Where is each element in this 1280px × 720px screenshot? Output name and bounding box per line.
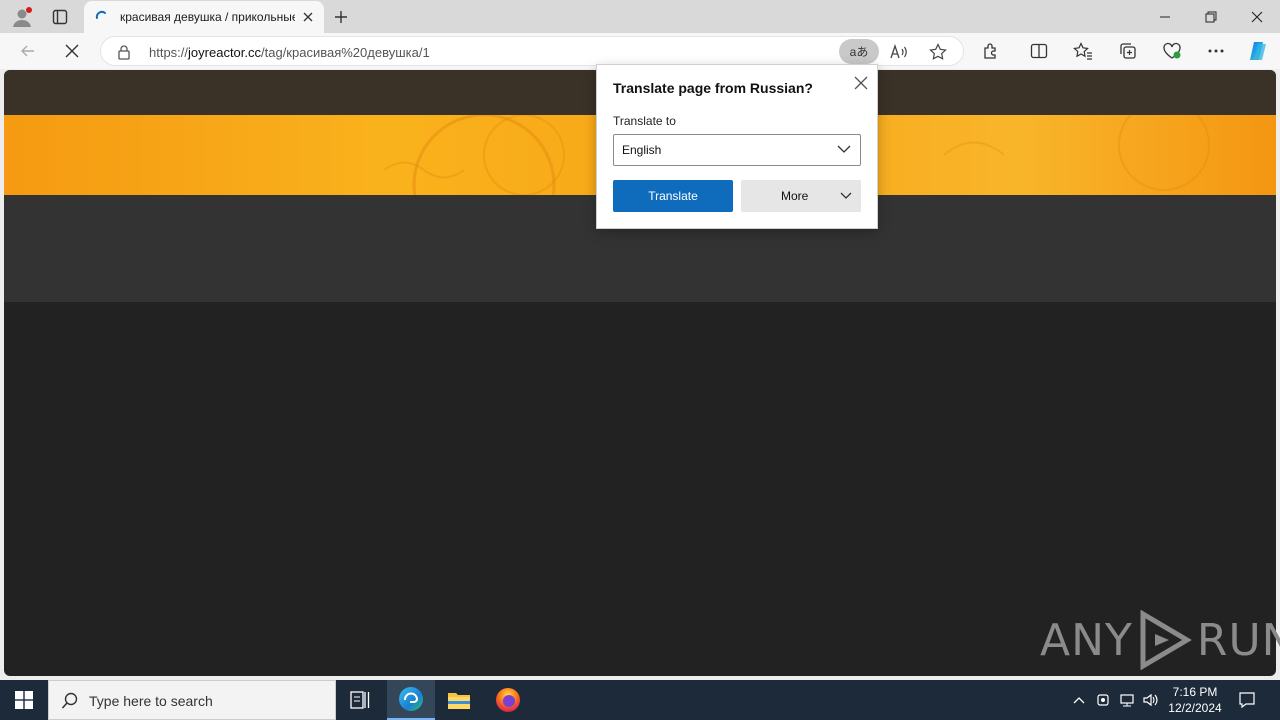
close-tab-icon[interactable] xyxy=(300,9,316,25)
active-tab[interactable]: красивая девушка / прикольные xyxy=(84,1,324,33)
notification-icon[interactable] xyxy=(1232,680,1262,720)
volume-icon[interactable] xyxy=(1140,680,1162,720)
favorites-icon[interactable] xyxy=(1067,36,1099,66)
address-bar[interactable]: https://joyreactor.cc/tag/красивая%20дев… xyxy=(100,36,964,66)
profile-icon[interactable] xyxy=(6,0,38,33)
language-select-value: English xyxy=(622,143,662,157)
url-path: /tag/красивая%20девушка/1 xyxy=(261,45,430,60)
search-icon xyxy=(61,692,79,715)
more-button-label: More xyxy=(781,189,809,203)
collections-icon[interactable] xyxy=(1112,36,1144,66)
edge-taskbar-icon[interactable] xyxy=(387,680,435,720)
tab-actions-icon[interactable] xyxy=(44,0,76,33)
extensions-icon[interactable] xyxy=(975,36,1007,66)
restore-icon[interactable] xyxy=(1188,0,1234,33)
translate-chip-label: aあ xyxy=(849,45,869,59)
watermark-right-text: RUN xyxy=(1196,614,1280,666)
translate-icon[interactable]: aあ xyxy=(839,39,879,64)
play-logo-icon xyxy=(1140,610,1192,670)
browser-essentials-icon[interactable] xyxy=(1156,36,1188,66)
loading-spinner-icon xyxy=(94,9,110,30)
favorite-star-icon[interactable] xyxy=(923,37,953,67)
settings-more-icon[interactable] xyxy=(1200,36,1232,66)
language-select[interactable]: English xyxy=(613,134,861,166)
translate-button[interactable]: Translate xyxy=(613,180,733,212)
translate-popup: Translate page from Russian? Translate t… xyxy=(596,64,878,229)
chevron-down-icon xyxy=(836,141,852,162)
read-aloud-icon[interactable] xyxy=(884,37,914,67)
close-icon[interactable] xyxy=(851,73,871,93)
more-button[interactable]: More xyxy=(741,180,861,212)
minimize-icon[interactable] xyxy=(1142,0,1188,33)
tab-strip: красивая девушка / прикольные xyxy=(0,0,1280,33)
network-icon[interactable] xyxy=(1116,680,1138,720)
back-icon[interactable] xyxy=(13,36,43,66)
tab-title: красивая девушка / прикольные xyxy=(120,10,295,24)
windows-start-icon[interactable] xyxy=(0,680,48,720)
taskbar-clock[interactable]: 7:16 PM 12/2/2024 xyxy=(1164,684,1226,716)
lock-icon[interactable] xyxy=(117,44,131,65)
file-explorer-icon[interactable] xyxy=(435,680,483,720)
taskbar: Type here to search 7:16 PM 12/2/2024 xyxy=(0,680,1280,720)
firefox-icon[interactable] xyxy=(484,680,532,720)
anyrun-watermark: ANY RUN xyxy=(1040,610,1280,670)
clock-time: 7:16 PM xyxy=(1172,685,1218,699)
clock-date: 12/2/2024 xyxy=(1168,701,1222,715)
watermark-left-text: ANY xyxy=(1040,614,1133,666)
url-prefix: https:// xyxy=(149,45,189,60)
chevron-down-icon xyxy=(839,189,853,206)
popup-title: Translate page from Russian? xyxy=(613,80,813,96)
split-screen-icon[interactable] xyxy=(1023,36,1055,66)
stop-loading-icon[interactable] xyxy=(57,36,87,66)
url-text[interactable]: https://joyreactor.cc/tag/красивая%20дев… xyxy=(149,45,430,60)
task-view-icon[interactable] xyxy=(336,680,384,720)
close-window-icon[interactable] xyxy=(1234,0,1280,33)
url-host: joyreactor.cc xyxy=(188,45,262,60)
chevron-up-icon[interactable] xyxy=(1068,680,1090,720)
meet-now-icon[interactable] xyxy=(1093,680,1115,720)
translate-to-label: Translate to xyxy=(613,114,676,128)
copilot-icon[interactable] xyxy=(1242,36,1274,66)
taskbar-search-box[interactable]: Type here to search xyxy=(48,680,336,720)
search-placeholder: Type here to search xyxy=(89,693,213,709)
new-tab-icon[interactable] xyxy=(328,0,354,33)
